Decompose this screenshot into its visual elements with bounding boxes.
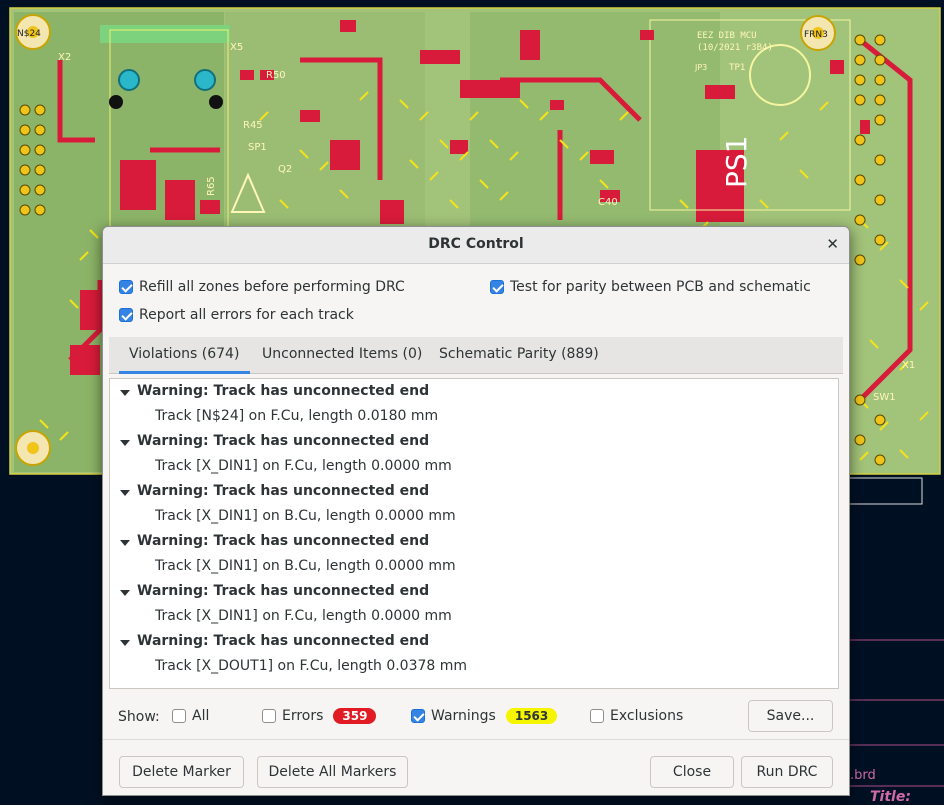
expander-down-icon[interactable] bbox=[120, 390, 130, 396]
svg-text:X2: X2 bbox=[58, 52, 71, 63]
show-exclusions-checkbox[interactable]: Exclusions bbox=[590, 708, 683, 724]
expander-down-icon[interactable] bbox=[120, 640, 130, 646]
checkbox-unchecked-icon bbox=[262, 709, 276, 723]
show-errors-label: Errors bbox=[282, 708, 324, 724]
expander-down-icon[interactable] bbox=[120, 490, 130, 496]
show-all-checkbox[interactable]: All bbox=[172, 708, 209, 724]
violation-title[interactable]: Warning: Track has unconnected end bbox=[137, 583, 429, 599]
svg-text:N$24: N$24 bbox=[17, 29, 41, 39]
violations-list[interactable]: Warning: Track has unconnected end Track… bbox=[109, 378, 839, 689]
show-warnings-label: Warnings bbox=[431, 708, 496, 724]
checkbox-unchecked-icon bbox=[172, 709, 186, 723]
svg-text:SW1: SW1 bbox=[873, 392, 896, 403]
violation-detail[interactable]: Track [X_DIN1] on B.Cu, length 0.0000 mm bbox=[155, 508, 456, 524]
show-filter-label: Show: bbox=[118, 709, 160, 725]
violation-title[interactable]: Warning: Track has unconnected end bbox=[137, 433, 429, 449]
svg-text:Q2: Q2 bbox=[278, 164, 292, 175]
parity-test-checkbox[interactable]: Test for parity between PCB and schemati… bbox=[490, 279, 811, 295]
expander-down-icon[interactable] bbox=[120, 440, 130, 446]
violation-detail[interactable]: Track [X_DIN1] on F.Cu, length 0.0000 mm bbox=[155, 608, 452, 624]
svg-text:R45: R45 bbox=[243, 120, 263, 131]
button-separator bbox=[103, 739, 849, 740]
svg-text:R50: R50 bbox=[266, 70, 286, 81]
dialog-titlebar: DRC Control ✕ bbox=[103, 227, 849, 264]
svg-text:TP1: TP1 bbox=[728, 63, 746, 73]
svg-text:JP3: JP3 bbox=[694, 63, 707, 72]
svg-text:FRN3: FRN3 bbox=[804, 30, 828, 40]
checkbox-checked-icon bbox=[119, 280, 133, 294]
delete-marker-button[interactable]: Delete Marker bbox=[119, 756, 244, 788]
svg-text:(10/2021 r3B4): (10/2021 r3B4) bbox=[697, 43, 773, 53]
svg-text:X5: X5 bbox=[230, 42, 243, 53]
drc-control-dialog: DRC Control ✕ Refill all zones before pe… bbox=[102, 226, 850, 796]
checkbox-checked-icon bbox=[411, 709, 425, 723]
parity-test-label: Test for parity between PCB and schemati… bbox=[510, 279, 811, 295]
violation-title[interactable]: Warning: Track has unconnected end bbox=[137, 533, 429, 549]
show-all-label: All bbox=[192, 708, 210, 724]
violation-detail[interactable]: Track [N$24] on F.Cu, length 0.0180 mm bbox=[155, 408, 438, 424]
report-all-errors-label: Report all errors for each track bbox=[139, 307, 354, 323]
refill-zones-label: Refill all zones before performing DRC bbox=[139, 279, 405, 295]
show-warnings-checkbox[interactable]: Warnings 1563 bbox=[411, 708, 558, 724]
svg-text:C40: C40 bbox=[598, 197, 618, 208]
close-icon[interactable]: ✕ bbox=[826, 235, 839, 253]
svg-text:.brd: .brd bbox=[850, 768, 876, 783]
violation-title[interactable]: Warning: Track has unconnected end bbox=[137, 483, 429, 499]
warnings-count-badge: 1563 bbox=[505, 708, 558, 724]
show-errors-checkbox[interactable]: Errors 359 bbox=[262, 708, 377, 724]
delete-all-markers-button[interactable]: Delete All Markers bbox=[257, 756, 408, 788]
dialog-title: DRC Control bbox=[428, 236, 524, 252]
ps1-label: PS1 bbox=[720, 136, 753, 188]
svg-text:EEZ DIB MCU: EEZ DIB MCU bbox=[697, 31, 757, 41]
expander-down-icon[interactable] bbox=[120, 540, 130, 546]
violation-detail[interactable]: Track [X_DIN1] on B.Cu, length 0.0000 mm bbox=[155, 558, 456, 574]
tab-violations[interactable]: Violations (674) bbox=[118, 346, 251, 374]
svg-text:Title:: Title: bbox=[870, 789, 911, 805]
errors-count-badge: 359 bbox=[333, 708, 377, 724]
refill-zones-checkbox[interactable]: Refill all zones before performing DRC bbox=[119, 279, 405, 295]
violation-detail[interactable]: Track [X_DOUT1] on F.Cu, length 0.0378 m… bbox=[155, 658, 467, 674]
checkbox-checked-icon bbox=[119, 308, 133, 322]
close-button[interactable]: Close bbox=[650, 756, 734, 788]
drc-tabs: Violations (674) Unconnected Items (0) S… bbox=[109, 337, 843, 374]
save-button[interactable]: Save... bbox=[748, 700, 833, 732]
run-drc-button[interactable]: Run DRC bbox=[741, 756, 833, 788]
tab-unconnected-items[interactable]: Unconnected Items (0) bbox=[262, 346, 422, 362]
show-exclusions-label: Exclusions bbox=[610, 708, 684, 724]
svg-text:X1: X1 bbox=[902, 360, 915, 371]
expander-down-icon[interactable] bbox=[120, 590, 130, 596]
checkbox-unchecked-icon bbox=[590, 709, 604, 723]
checkbox-checked-icon bbox=[490, 280, 504, 294]
tab-schematic-parity[interactable]: Schematic Parity (889) bbox=[439, 346, 599, 362]
svg-text:SP1: SP1 bbox=[248, 142, 267, 153]
violation-title[interactable]: Warning: Track has unconnected end bbox=[137, 633, 429, 649]
svg-text:R65: R65 bbox=[206, 176, 217, 196]
report-all-errors-checkbox[interactable]: Report all errors for each track bbox=[119, 307, 354, 323]
violation-detail[interactable]: Track [X_DIN1] on F.Cu, length 0.0000 mm bbox=[155, 458, 452, 474]
violation-title[interactable]: Warning: Track has unconnected end bbox=[137, 383, 429, 399]
